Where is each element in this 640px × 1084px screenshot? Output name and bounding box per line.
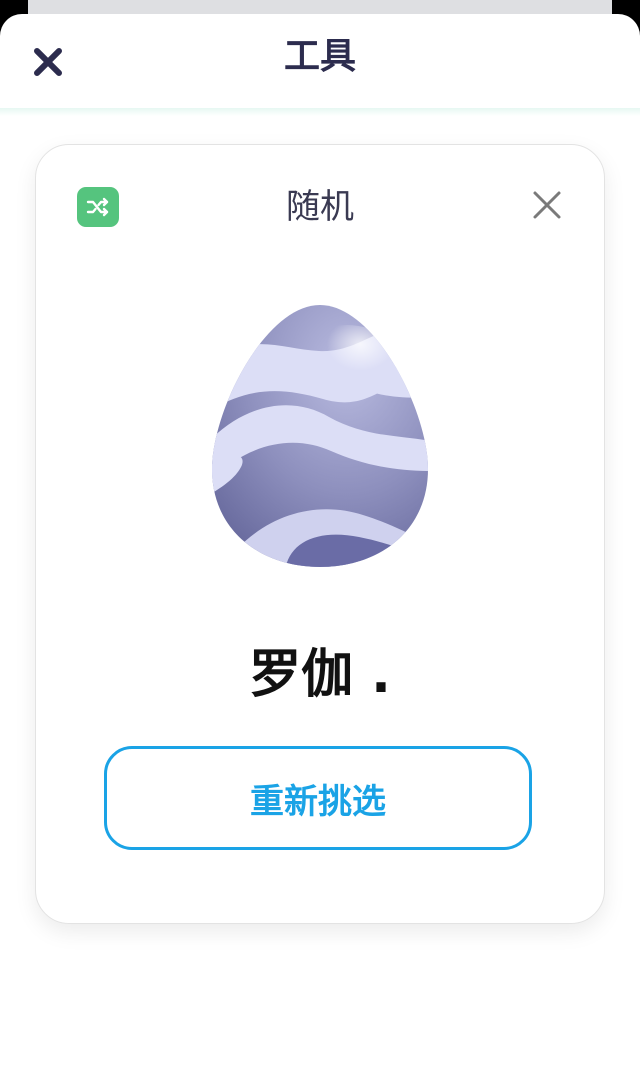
random-tool-card: 随机 罗伽 . 重新挑选 <box>35 144 605 924</box>
card-title: 随机 <box>286 187 354 227</box>
close-icon <box>533 191 561 219</box>
header-divider <box>0 108 640 116</box>
random-result: 罗伽 . <box>249 645 391 705</box>
tools-sheet: 工具 随机 罗伽 . 重新挑选 <box>0 14 640 1084</box>
sheet-title: 工具 <box>283 36 356 77</box>
egg-icon <box>212 305 428 567</box>
card-close-button[interactable] <box>529 187 565 223</box>
reselect-button[interactable]: 重新挑选 <box>104 746 532 850</box>
